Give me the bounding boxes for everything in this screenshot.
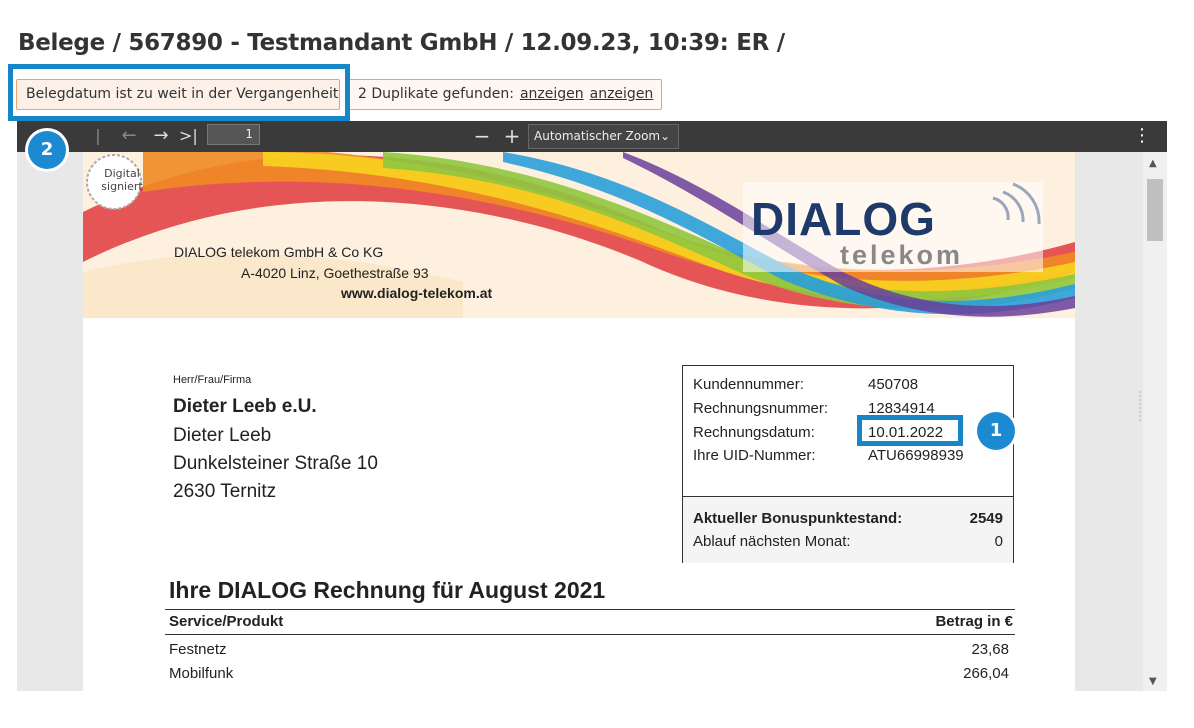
zoom-out-icon[interactable]: −	[472, 124, 492, 148]
invoice-info-box: Kundennummer: 450708 Rechnungsnummer: 1 2…	[682, 365, 1014, 563]
customer-street: Dunkelsteiner Straße 10	[173, 453, 378, 474]
stamp-line-2: signiert	[101, 180, 143, 193]
first-page-icon[interactable]: |<	[89, 124, 107, 169]
invoice-banner: Digital signiert DIALOG telekom GmbH & C…	[83, 152, 1075, 318]
step-badge-2-number: 2	[28, 131, 66, 169]
highlight-box-invoice-date	[857, 415, 963, 446]
stamp-line-1: Digital	[104, 167, 140, 180]
zoom-select[interactable]: Automatischer Zoom ⌄	[528, 124, 679, 149]
last-page-icon[interactable]: >|	[179, 124, 198, 148]
info-label: Kundennummer:	[693, 376, 804, 393]
table-row-item: Mobilfunk	[169, 665, 234, 682]
salutation: Herr/Frau/Firma	[173, 374, 252, 386]
info-label: Rechnungsdatum:	[693, 424, 815, 441]
step-badge-1-number: 1	[977, 412, 1015, 450]
sender-address: A-4020 Linz, Goethestraße 93	[241, 265, 429, 281]
scroll-down-icon[interactable]: ▼	[1149, 676, 1157, 687]
vertical-scrollbar[interactable]: ▲ ▼	[1143, 152, 1167, 691]
invoice-title: Ihre DIALOG Rechnung für August 2021	[169, 577, 606, 603]
chevron-down-icon: ⌄	[659, 129, 670, 143]
step-badge-2: 2	[25, 128, 69, 172]
info-value: 450708	[868, 376, 919, 393]
page-title: Belege / 567890 - Testmandant GmbH / 12.…	[18, 30, 785, 56]
table-row-amount: 266,04	[963, 665, 1009, 682]
bonus-value: 2549	[969, 510, 1003, 527]
table-header-rule	[165, 634, 1015, 635]
info-value: ATU66998939	[868, 447, 964, 464]
sender-name: DIALOG telekom GmbH & Co KG	[174, 244, 384, 260]
scroll-up-icon[interactable]: ▲	[1149, 158, 1157, 169]
table-header-service: Service/Produkt	[169, 613, 284, 630]
pdf-toolbar: |< ← → >| 1 − + Automatischer Zoom ⌄ ⋮	[17, 121, 1167, 169]
scrollbar-thumb[interactable]	[1147, 179, 1163, 241]
duplicate-link-1[interactable]: anzeigen	[520, 86, 584, 102]
page-number-input[interactable]: 1	[207, 124, 260, 145]
duplicates-warning-badge: 2 Duplikate gefunden: anzeigen anzeigen	[348, 79, 662, 110]
customer-company: Dieter Leeb e.U.	[173, 396, 317, 417]
customer-name: Dieter Leeb	[173, 425, 272, 446]
table-header-amount: Betrag in €	[935, 613, 1013, 630]
info-label: Rechnungsnummer:	[693, 400, 829, 417]
more-menu-icon[interactable]: ⋮	[1133, 124, 1151, 148]
sender-website: www.dialog-telekom.at	[341, 285, 493, 301]
step-badge-1: 1	[974, 409, 1018, 453]
telekom-logo-text: telekom	[840, 240, 964, 270]
pdf-viewer: |< ← → >| 1 − + Automatischer Zoom ⌄ ⋮	[17, 121, 1167, 691]
next-page-icon[interactable]: →	[149, 124, 173, 148]
zoom-select-value: Automatischer Zoom	[534, 129, 661, 143]
info-label: Ihre UID-Nummer:	[693, 447, 816, 464]
bonus-section: Aktueller Bonuspunktestand: 2549 Ablauf …	[683, 497, 1013, 563]
expiry-label: Ablauf nächsten Monat:	[693, 533, 851, 550]
highlight-box-warning	[8, 64, 350, 121]
bonus-label: Aktueller Bonuspunktestand:	[693, 510, 903, 527]
expiry-value: 0	[994, 533, 1003, 550]
table-row-item: Festnetz	[169, 641, 227, 658]
stamp-text: Digital signiert	[91, 167, 153, 193]
table-row-amount: 23,68	[971, 641, 1009, 658]
prev-page-icon[interactable]: ←	[117, 124, 141, 148]
table-top-rule	[165, 609, 1015, 610]
dialog-logo: DIALOG	[751, 193, 936, 245]
zoom-in-icon[interactable]: +	[502, 124, 522, 148]
duplicates-label: 2 Duplikate gefunden:	[358, 86, 514, 102]
duplicate-link-2[interactable]: anzeigen	[590, 86, 654, 102]
customer-city: 2630 Ternitz	[173, 481, 277, 502]
invoice-info-top: Kundennummer: 450708 Rechnungsnummer: 12…	[683, 366, 1013, 497]
